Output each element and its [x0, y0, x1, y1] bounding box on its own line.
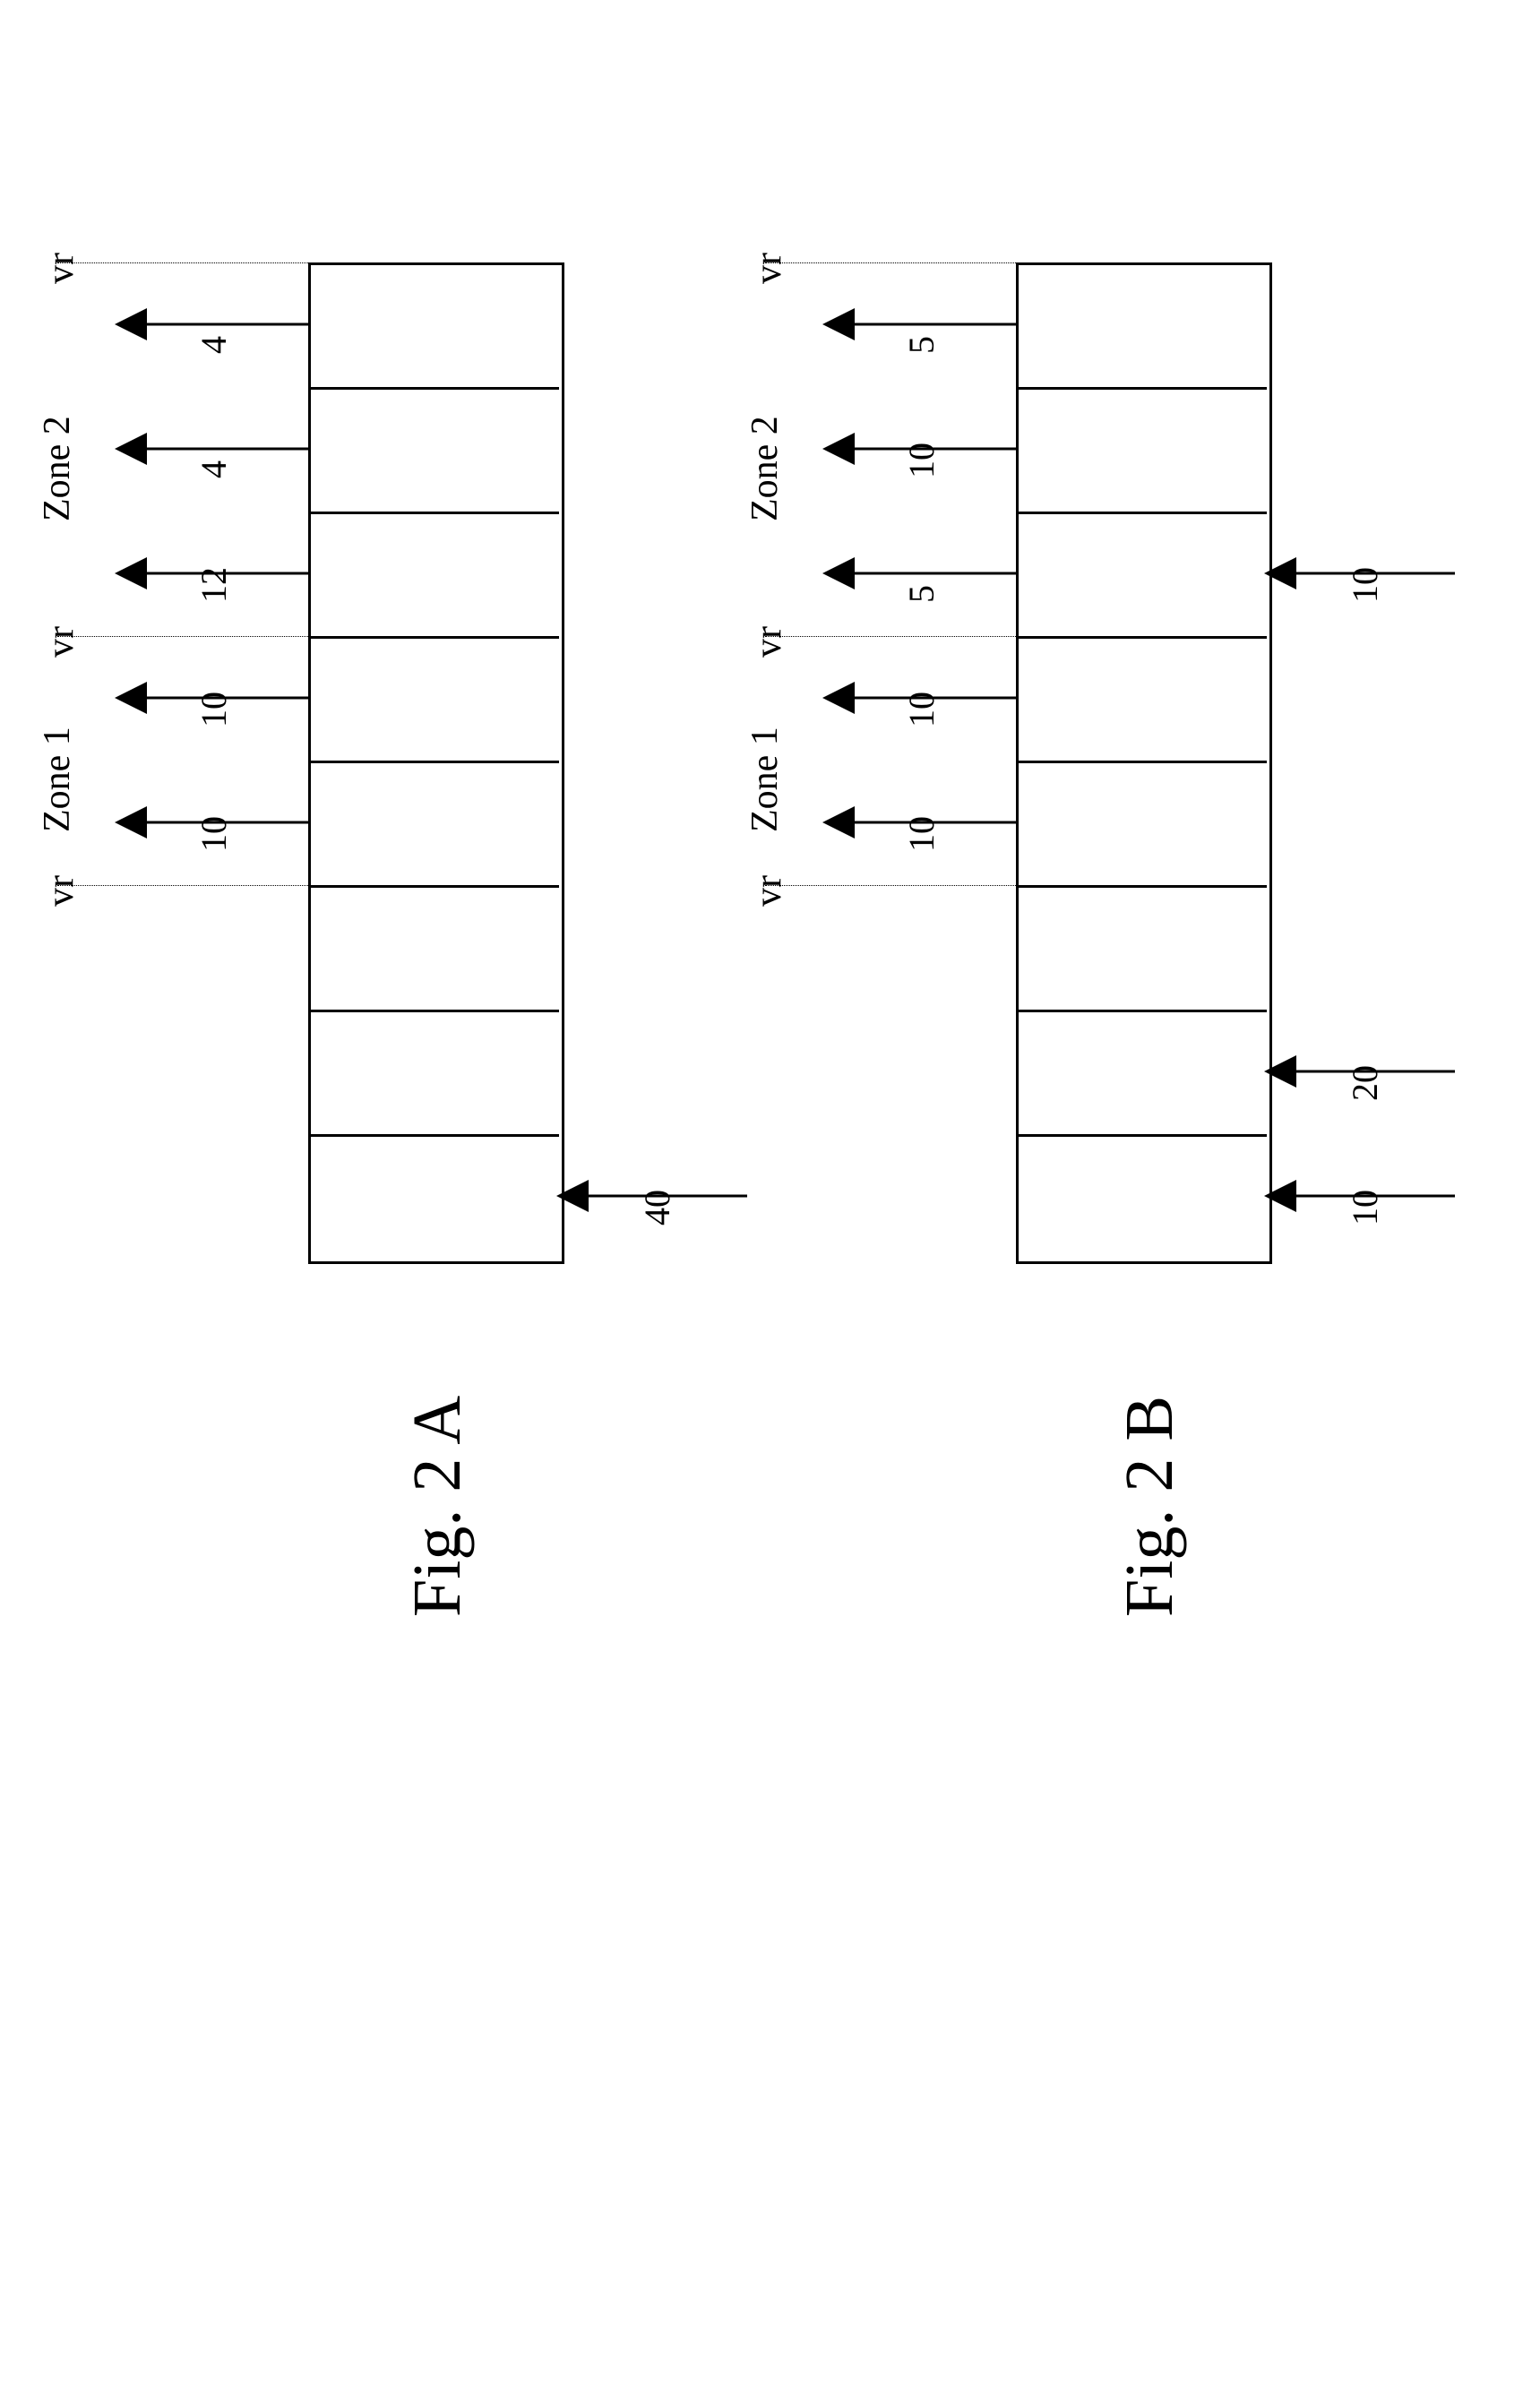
- figB-zone2-label: Zone 2: [744, 378, 779, 521]
- figB-vr-label: vr: [747, 241, 783, 284]
- figB-vr-label: vr: [747, 615, 783, 658]
- figB-in-value: 10: [1344, 549, 1380, 603]
- figB-arrows: [0, 0, 1523, 2408]
- figB-vr-label: vr: [747, 864, 783, 907]
- figB-out-value: 10: [900, 798, 936, 852]
- figB-out-value: 10: [900, 674, 936, 727]
- figB-in-value: 10: [1344, 1172, 1380, 1226]
- figB-out-value: 5: [900, 300, 936, 354]
- figB-in-value: 20: [1344, 1047, 1380, 1101]
- figB-zone1-label: Zone 1: [744, 689, 779, 832]
- figB-out-value: 5: [900, 549, 936, 603]
- figB-caption: Fig. 2 B: [1111, 1321, 1183, 1617]
- figB-out-value: 10: [900, 425, 936, 478]
